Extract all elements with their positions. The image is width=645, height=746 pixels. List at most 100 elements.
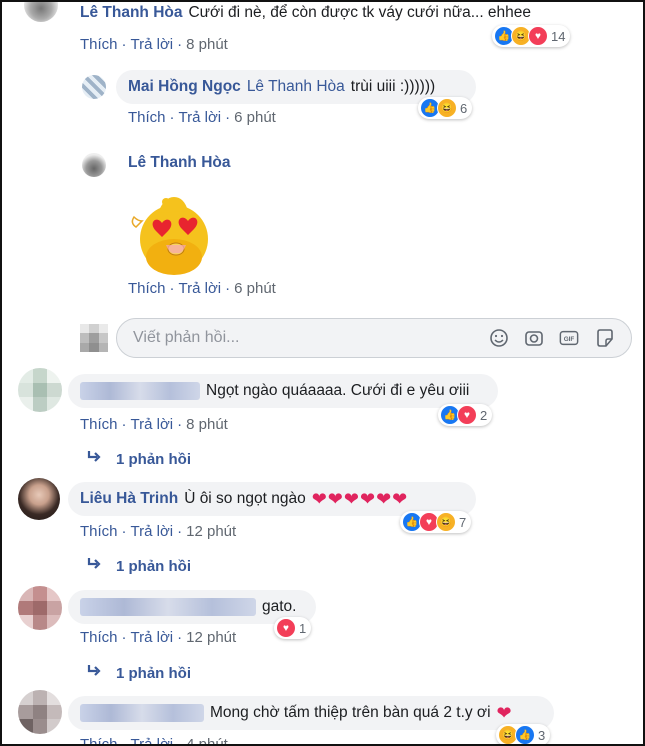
separator: · [121,416,127,433]
comment-author[interactable]: Lê Thanh Hòa [128,154,230,172]
reply-arrow-icon [86,557,102,575]
like-link[interactable]: Thích [80,629,118,646]
reaction-count: 6 [460,100,468,116]
blurred-author-name[interactable] [80,382,200,400]
heart-emoji-icon: ❤ [327,488,343,509]
blurred-author-name[interactable] [80,704,204,722]
timestamp[interactable]: 8 phút [186,36,228,53]
separator: · [121,36,127,53]
mention[interactable]: Lê Thanh Hòa [247,78,345,96]
separator: · [225,109,231,126]
reaction-summary[interactable]: 👍 ♥ 😆 7 [400,511,472,533]
love-reaction-icon: ♥ [528,26,548,46]
avatar[interactable] [24,2,58,22]
avatar[interactable] [18,478,60,520]
reaction-count: 14 [551,28,566,44]
avatar[interactable] [82,75,106,99]
reaction-summary[interactable]: 👍 😆 6 [418,97,473,119]
replies-count[interactable]: 1 phản hồi [116,665,191,682]
separator: · [121,736,127,746]
comment-text: Ù ôi so ngọt ngào [184,490,306,507]
avatar[interactable] [18,586,62,630]
separator: · [121,523,127,540]
comment-bubble: Ngọt ngào quáaaaa. Cưới đi e yêu ơiii [68,374,498,408]
haha-reaction-icon: 😆 [436,512,456,532]
haha-reaction-icon: 😆 [437,98,457,118]
sticker-image[interactable] [128,187,214,277]
reply-link[interactable]: Trả lời [131,736,174,744]
heart-emoji-icon: ❤ [496,702,512,723]
like-link[interactable]: Thích [80,36,118,53]
comment-author[interactable]: Liêu Hà Trinh [80,490,178,508]
reaction-summary[interactable]: 👍 😆 ♥ 14 [492,25,571,47]
like-reaction-icon: 👍 [515,725,535,744]
comment-actions: Thích · Trả lời · 12 phút [80,629,236,646]
timestamp[interactable]: 6 phút [234,280,276,297]
reply-arrow-icon [86,664,102,682]
reply-link[interactable]: Trả lời [179,280,222,297]
reply-placeholder: Viết phản hồi... [133,329,240,346]
camera-icon[interactable] [524,328,544,348]
view-replies-link[interactable]: 1 phản hồi [86,557,191,575]
reply-link[interactable]: Trả lời [131,523,174,540]
reply-link[interactable]: Trả lời [131,36,174,53]
reaction-count: 7 [459,514,467,530]
view-replies-link[interactable]: 1 phản hồi [86,450,191,468]
gif-icon[interactable]: GIF [559,328,579,348]
comment-text: trùi uiii :)))))) [350,78,436,95]
avatar[interactable] [18,368,62,412]
timestamp[interactable]: 12 phút [186,629,236,646]
blurred-author-name[interactable] [80,598,256,616]
reaction-count: 2 [480,407,488,423]
reply-link[interactable]: Trả lời [131,416,174,433]
love-reaction-icon: ♥ [276,618,296,638]
sticker-icon[interactable] [595,328,615,348]
comment-author[interactable]: Mai Hồng Ngọc [128,78,241,96]
svg-text:GIF: GIF [564,336,575,343]
view-replies-link[interactable]: 1 phản hồi [86,664,191,682]
comment-text: gato. [262,598,297,615]
like-link[interactable]: Thích [80,416,118,433]
separator: · [177,36,183,53]
reply-input[interactable]: Viết phản hồi... GIF [116,318,632,358]
reaction-summary[interactable]: 👍 ♥ 2 [438,404,493,426]
like-link[interactable]: Thích [128,280,166,297]
heart-emoji-icon: ❤ [343,488,359,509]
avatar[interactable] [18,690,62,734]
heart-emoji-icon: ❤ [359,488,376,509]
heart-emoji-icon: ❤ [311,488,327,509]
reply-link[interactable]: Trả lời [131,629,174,646]
like-link[interactable]: Thích [128,109,166,126]
separator: · [177,523,183,540]
comment-author[interactable]: Lê Thanh Hòa [80,4,182,22]
love-reaction-icon: ♥ [457,405,477,425]
separator: · [177,416,183,433]
timestamp[interactable]: 4 phút [186,736,228,744]
reaction-summary[interactable]: 😆 👍 3 [496,724,551,744]
timestamp[interactable]: 12 phút [186,523,236,540]
heart-emoji-icon: ❤ [376,488,392,509]
separator: · [121,629,127,646]
reaction-summary[interactable]: ♥ 1 [274,617,312,639]
timestamp[interactable]: 8 phút [186,416,228,433]
comment-actions: Thích · Trả lời · 8 phút [80,416,228,433]
comment-text: Ngọt ngào quáaaaa. Cưới đi e yêu ơiii [206,382,470,399]
smiley-icon[interactable] [489,328,509,348]
reply-arrow-icon [86,450,102,468]
hearts-emoji-group: ❤❤❤❤❤❤ [312,489,409,510]
avatar[interactable] [82,153,106,177]
separator: · [177,629,183,646]
comment-bubble: Mong chờ tấm thiệp trên bàn quá 2 t.y ơi… [68,696,554,730]
replies-count[interactable]: 1 phản hồi [116,451,191,468]
separator: · [225,280,231,297]
reply-link[interactable]: Trả lời [179,109,222,126]
comment-actions: Thích · Trả lời · 6 phút [128,109,276,126]
sticker-graphic [131,197,208,275]
comment-thread: Lê Thanh Hòa Cưới đi nè, để còn được tk … [0,0,645,746]
timestamp[interactable]: 6 phút [234,109,276,126]
comment-actions: Thích · Trả lời · 4 phút [80,736,228,746]
separator: · [169,109,175,126]
like-link[interactable]: Thích [80,523,118,540]
like-link[interactable]: Thích [80,736,118,744]
replies-count[interactable]: 1 phản hồi [116,558,191,575]
